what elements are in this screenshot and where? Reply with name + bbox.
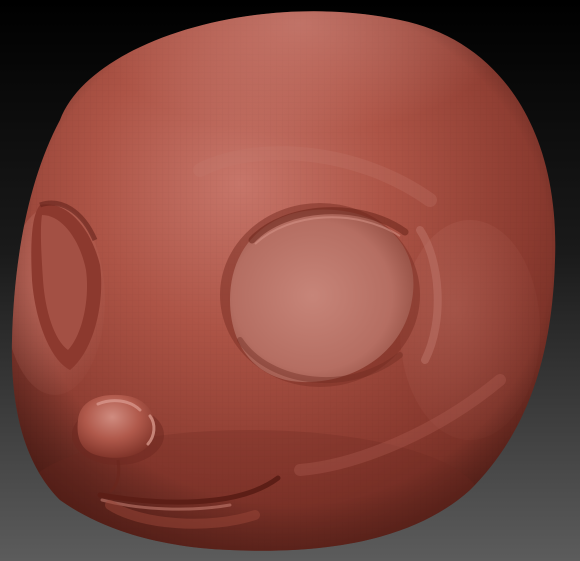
sculpt-viewport[interactable]	[0, 0, 580, 561]
sculpt-canvas[interactable]	[0, 0, 580, 561]
